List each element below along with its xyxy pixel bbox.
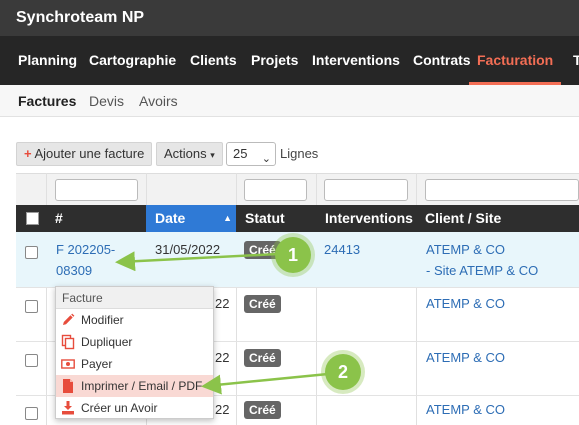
invoice-date: 22	[215, 296, 230, 311]
download-icon	[62, 401, 74, 415]
main-nav: Planning Cartographie Clients Projets In…	[0, 36, 579, 85]
invoice-date: 22	[215, 402, 230, 417]
subnav-avoirs[interactable]: Avoirs	[139, 93, 178, 109]
pencil-icon	[63, 313, 75, 325]
copy-icon	[61, 334, 75, 350]
subnav-devis[interactable]: Devis	[89, 93, 124, 109]
callout-badge-2: 2	[325, 354, 361, 390]
status-badge: Créé	[244, 349, 281, 367]
nav-truncated[interactable]: T	[573, 36, 579, 85]
filter-number-input[interactable]	[55, 179, 138, 201]
filter-interventions-input[interactable]	[324, 179, 408, 201]
row-checkbox[interactable]	[25, 300, 38, 313]
column-header-date-label: Date	[155, 210, 186, 226]
sub-nav: Factures Devis Avoirs	[0, 85, 579, 117]
client-link[interactable]: ATEMP & CO	[426, 242, 505, 257]
row-checkbox[interactable]	[25, 246, 38, 259]
top-bar: Synchroteam NP	[0, 0, 579, 36]
column-header-client[interactable]: Client / Site	[416, 205, 579, 232]
add-invoice-label: Ajouter une facture	[34, 146, 145, 161]
filter-status-input[interactable]	[244, 179, 307, 201]
chevron-down-icon: ⌄	[261, 153, 271, 165]
plus-icon: +	[24, 146, 32, 161]
rows-label: Lignes	[280, 146, 319, 161]
column-header-status[interactable]: Statut	[236, 205, 316, 232]
nav-cartographie[interactable]: Cartographie	[89, 36, 176, 85]
rows-per-page-value: 25	[233, 146, 248, 161]
invoice-number-link[interactable]: F 202205- 08309	[56, 239, 115, 281]
nav-projets[interactable]: Projets	[251, 36, 298, 85]
client-link[interactable]: ATEMP & CO	[426, 399, 505, 420]
actions-label: Actions	[164, 146, 207, 161]
column-header-date[interactable]: Date ▲	[146, 205, 236, 232]
nav-planning[interactable]: Planning	[18, 36, 77, 85]
menu-item-dupliquer[interactable]: Dupliquer	[56, 331, 213, 353]
status-badge: Créé	[244, 401, 281, 419]
status-badge: Créé	[244, 295, 281, 313]
nav-clients[interactable]: Clients	[190, 36, 237, 85]
money-icon	[61, 359, 75, 369]
nav-contrats[interactable]: Contrats	[413, 36, 471, 85]
row-checkbox[interactable]	[25, 407, 38, 420]
filter-row	[16, 173, 579, 205]
select-all-checkbox[interactable]	[26, 212, 39, 225]
column-header-interventions[interactable]: Interventions	[316, 205, 416, 232]
nav-facturation[interactable]: Facturation	[469, 36, 562, 85]
actions-button[interactable]: Actions ▾	[156, 142, 223, 166]
row-checkbox[interactable]	[25, 354, 38, 367]
menu-item-modifier[interactable]: Modifier	[56, 309, 213, 331]
client-link[interactable]: ATEMP & CO	[426, 293, 505, 314]
caret-down-icon: ▾	[210, 150, 215, 160]
menu-item-imprimer[interactable]: Imprimer / Email / PDF	[56, 375, 213, 397]
file-icon	[63, 379, 73, 393]
site-link[interactable]: - Site ATEMP & CO	[426, 263, 538, 278]
menu-item-creer-avoir[interactable]: Créer un Avoir	[56, 397, 213, 419]
column-header-number[interactable]: #	[46, 205, 146, 232]
intervention-link[interactable]: 24413	[324, 239, 360, 260]
callout-badge-1: 1	[275, 237, 311, 273]
sort-asc-icon: ▲	[223, 213, 232, 223]
menu-header: Facture	[56, 287, 213, 309]
invoice-date: 31/05/2022	[155, 242, 221, 257]
subnav-factures[interactable]: Factures	[18, 93, 76, 109]
app-title: Synchroteam NP	[16, 9, 145, 26]
add-invoice-button[interactable]: + Ajouter une facture	[16, 142, 153, 166]
table-header: # Date ▲ Statut Interventions Client / S…	[16, 205, 579, 232]
nav-interventions[interactable]: Interventions	[312, 36, 400, 85]
invoice-date: 22	[215, 350, 230, 365]
rows-per-page-select[interactable]: 25 ⌄	[226, 142, 276, 166]
client-site-cell: ATEMP & CO - Site ATEMP & CO	[426, 239, 538, 281]
client-link[interactable]: ATEMP & CO	[426, 347, 505, 368]
menu-item-payer[interactable]: Payer	[56, 353, 213, 375]
invoice-context-menu: Facture Modifier Dupliquer Payer Imprime…	[55, 286, 214, 419]
filter-client-input[interactable]	[425, 179, 579, 201]
